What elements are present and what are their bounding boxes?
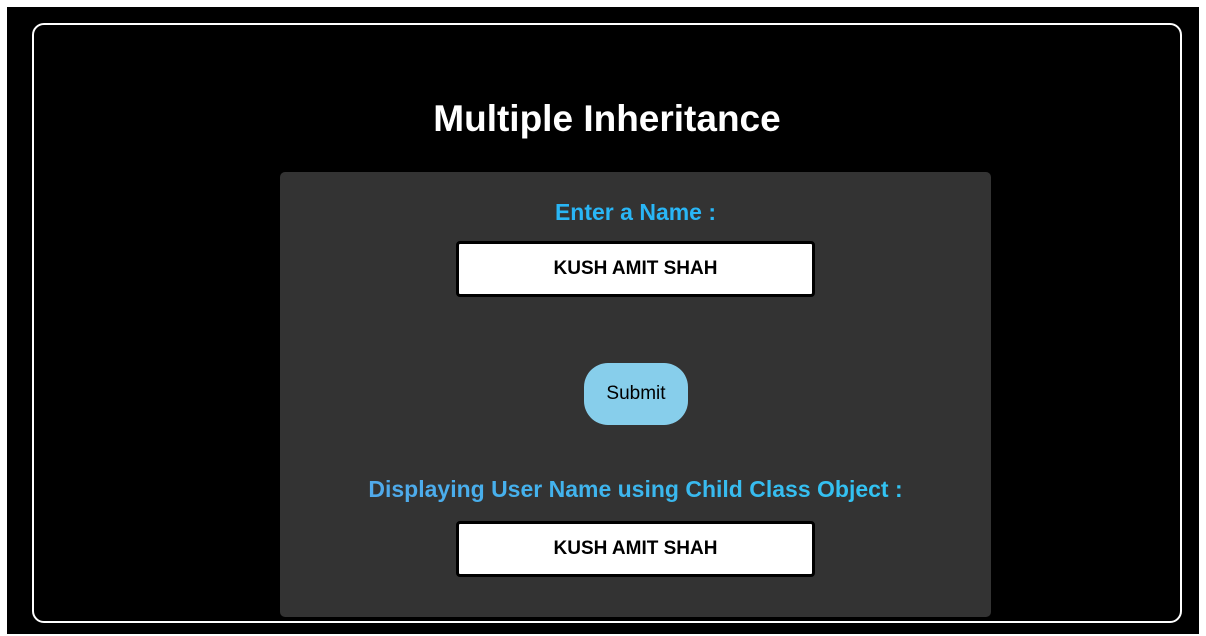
name-label: Enter a Name : xyxy=(554,199,717,225)
submit-button[interactable]: Submit xyxy=(584,363,688,425)
name-input[interactable] xyxy=(456,241,815,297)
page-title: Multiple Inheritance xyxy=(433,98,781,139)
form-panel: Enter a Name : Submit Displaying User Na… xyxy=(280,172,991,617)
app-screen: Multiple Inheritance Enter a Name : Subm… xyxy=(7,7,1199,634)
content-frame: Multiple Inheritance Enter a Name : Subm… xyxy=(32,23,1182,623)
display-label: Displaying User Name using Child Class O… xyxy=(280,475,991,503)
display-name-output: KUSH AMIT SHAH xyxy=(456,521,815,577)
